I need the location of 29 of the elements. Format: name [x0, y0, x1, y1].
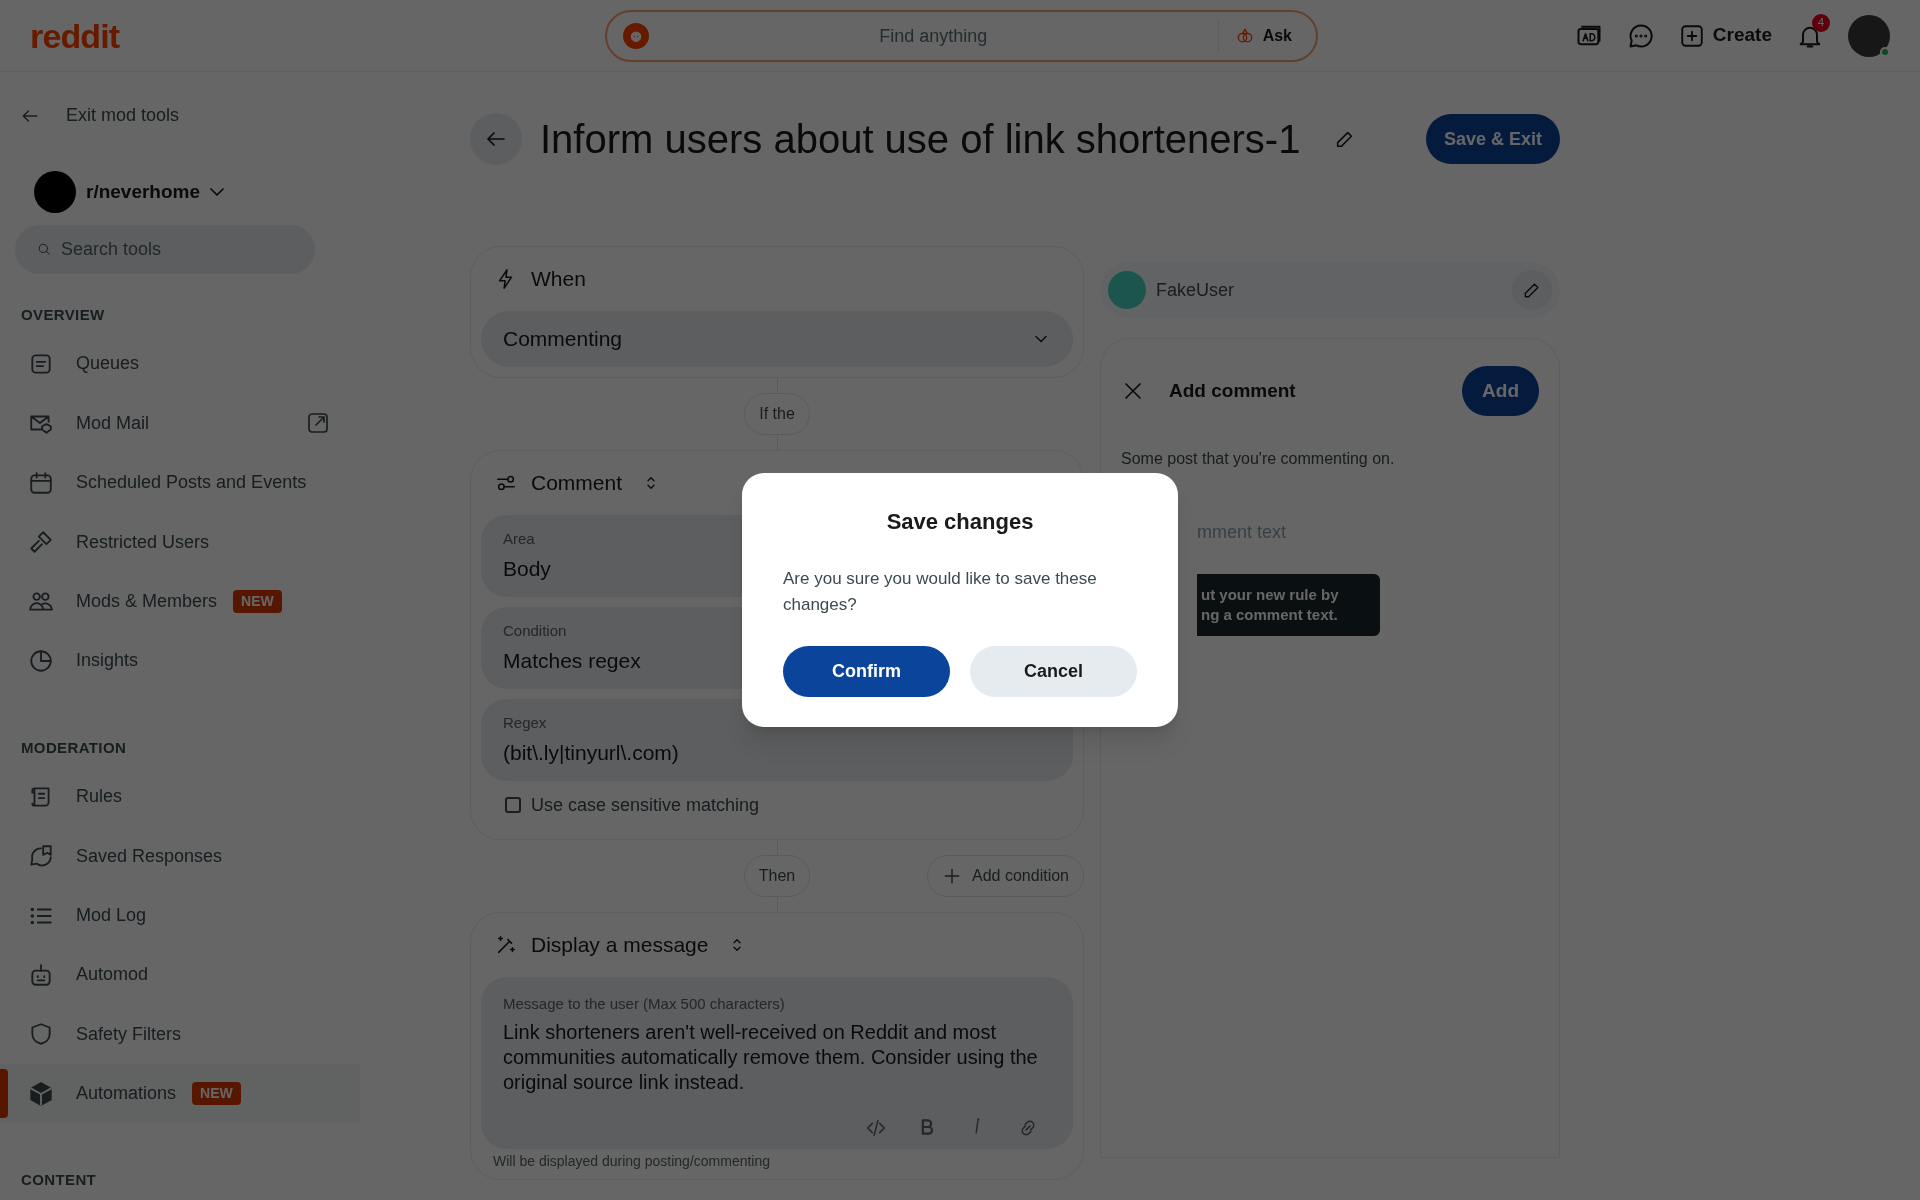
field-value: (bit\.ly|tinyurl\.com): [503, 739, 679, 766]
field-label: Condition: [503, 621, 567, 641]
field-label: Message to the user (Max 500 characters): [503, 994, 785, 1014]
modal-title: Save changes: [885, 508, 1035, 536]
section-heading: MODERATION: [20, 737, 128, 758]
section-heading: CONTENT: [20, 1170, 98, 1191]
page-title: Inform users about use of link shorteners-1: [540, 116, 1301, 163]
checkbox-label: Use case sensitive matching: [531, 793, 760, 817]
field-hint: Will be displayed during posting/commenting: [492, 1151, 772, 1169]
tooltip-text: ut your new rule by: [1201, 585, 1340, 605]
field-value: Matches regex: [503, 647, 641, 674]
card-heading: Display a message: [531, 932, 709, 959]
new-badge: NEW: [233, 590, 282, 613]
new-badge: NEW: [192, 1082, 241, 1106]
post-text: Some post that you're commenting on.: [1121, 449, 1396, 469]
username: FakeUser: [1156, 278, 1235, 302]
field-label: Regex: [503, 713, 547, 733]
modal-message: Are you sure you would like to save these changes?: [783, 568, 1098, 616]
connector-label: If the: [744, 393, 810, 435]
field-value: Body: [503, 555, 551, 582]
connector-label: Then: [743, 855, 811, 897]
card-heading: Comment: [531, 470, 623, 497]
field-label: Area: [503, 529, 535, 549]
notification-badge: 4: [1812, 13, 1830, 32]
tooltip-text: ng a comment text.: [1201, 605, 1339, 625]
panel-title: Add comment: [1169, 378, 1296, 403]
card-heading: When: [531, 266, 586, 293]
field-value: Link shorteners aren't well-received on Reddit and most communities automatically remove them. Consider using the original source link instead.: [503, 1019, 1039, 1095]
section-heading: OVERVIEW: [20, 304, 106, 325]
